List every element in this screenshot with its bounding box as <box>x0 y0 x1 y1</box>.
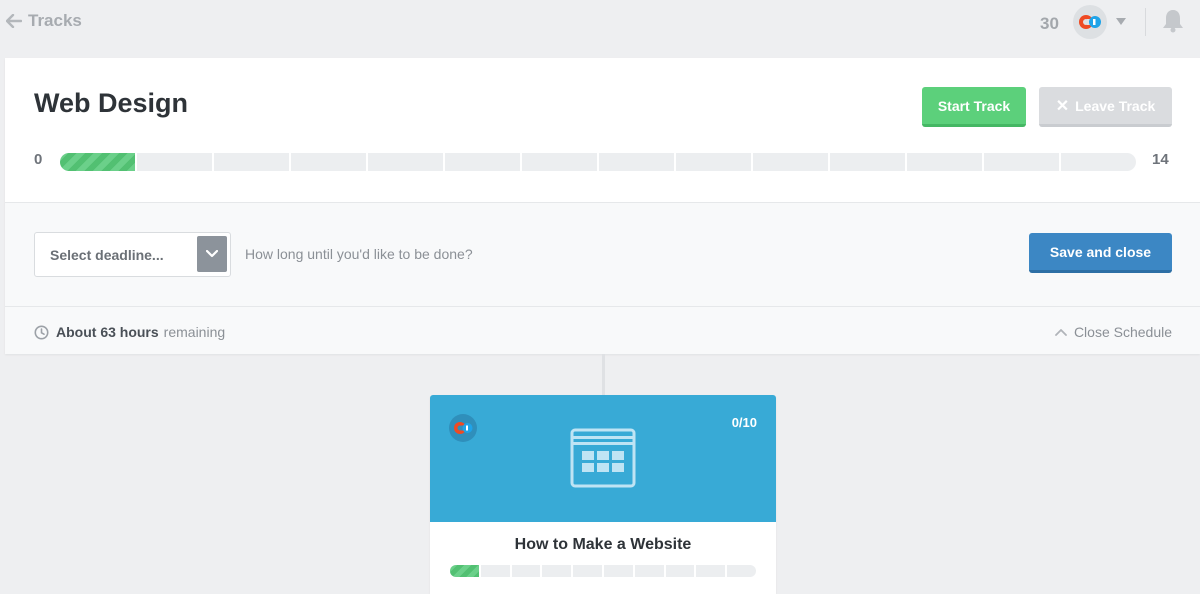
course-title: How to Make a Website <box>514 536 692 553</box>
track-progress-segment <box>907 153 984 171</box>
course-card[interactable]: 0/10 How to Make a Website <box>430 395 776 594</box>
course-badge <box>449 414 477 442</box>
leave-track-button[interactable]: ✕ Leave Track <box>1039 87 1172 127</box>
course-progress-segment <box>512 565 543 577</box>
close-icon: ✕ <box>1055 97 1070 115</box>
time-remaining-suffix: remaining <box>163 324 226 340</box>
progress-max-label: 14 <box>1152 151 1169 168</box>
close-schedule-label: Close Schedule <box>1073 324 1172 340</box>
track-progress-segment <box>599 153 676 171</box>
back-to-tracks-link[interactable]: Tracks <box>6 11 82 31</box>
codecademy-logo-icon <box>1079 15 1101 29</box>
deadline-select-value: Select deadline... <box>50 247 164 263</box>
track-progress-segment <box>445 153 522 171</box>
topbar-divider <box>1145 8 1146 36</box>
course-progress-segment <box>604 565 635 577</box>
course-progress-segment <box>542 565 574 577</box>
track-header: Web Design Start Track ✕ Leave Track 0 1… <box>5 58 1200 203</box>
track-progress-segment <box>214 153 291 171</box>
course-progress-bar <box>450 565 756 577</box>
track-progress-segment <box>60 153 137 171</box>
deadline-select[interactable]: Select deadline... <box>34 232 231 277</box>
close-schedule-link[interactable]: Close Schedule <box>1055 324 1172 340</box>
clock-icon <box>34 325 49 339</box>
codecademy-logo-icon <box>454 422 473 434</box>
course-progress-segment <box>481 565 512 577</box>
schedule-footer: About 63 hours remaining Close Schedule <box>5 306 1200 355</box>
track-progress-segment <box>753 153 830 171</box>
save-and-close-button[interactable]: Save and close <box>1029 233 1172 273</box>
track-progress-segment <box>1061 153 1136 171</box>
caret-down-icon[interactable] <box>1116 18 1126 26</box>
chevron-down-icon[interactable] <box>197 236 227 272</box>
course-progress-segment <box>573 565 604 577</box>
arrow-left-icon <box>6 14 22 28</box>
bell-icon[interactable] <box>1160 8 1186 34</box>
course-progress-segment <box>696 565 728 577</box>
course-progress-segment <box>666 565 697 577</box>
track-progress-segment <box>522 153 599 171</box>
track-card: Web Design Start Track ✕ Leave Track 0 1… <box>5 58 1200 354</box>
track-progress-bar <box>60 153 1136 171</box>
course-card-hero: 0/10 <box>430 395 776 522</box>
track-progress-segment <box>137 153 214 171</box>
leave-track-label: Leave Track <box>1075 97 1156 114</box>
track-progress-segment <box>291 153 368 171</box>
website-layout-icon <box>570 428 636 488</box>
deadline-hint: How long until you'd like to be done? <box>245 246 473 262</box>
time-remaining: About 63 hours remaining <box>34 324 225 340</box>
schedule-panel: Select deadline... How long until you'd … <box>5 203 1200 354</box>
course-progress-segment <box>450 565 481 577</box>
start-track-button[interactable]: Start Track <box>922 87 1026 127</box>
page-title: Web Design <box>34 88 189 118</box>
track-progress-segment <box>368 153 445 171</box>
track-progress-segment <box>676 153 753 171</box>
user-avatar[interactable] <box>1073 5 1107 39</box>
chevron-up-icon <box>1055 329 1067 336</box>
track-progress-segment <box>984 153 1061 171</box>
track-progress-segment <box>830 153 907 171</box>
course-progress-segment <box>727 565 756 577</box>
track-connector-line <box>602 354 605 395</box>
back-link-label: Tracks <box>28 11 82 30</box>
course-progress-count: 0/10 <box>731 415 757 430</box>
top-bar: Tracks 30 <box>0 0 1200 44</box>
time-remaining-value: About 63 hours <box>56 324 159 340</box>
points-count: 30 <box>1040 14 1059 33</box>
course-progress-segment <box>635 565 666 577</box>
progress-min-label: 0 <box>34 151 43 168</box>
